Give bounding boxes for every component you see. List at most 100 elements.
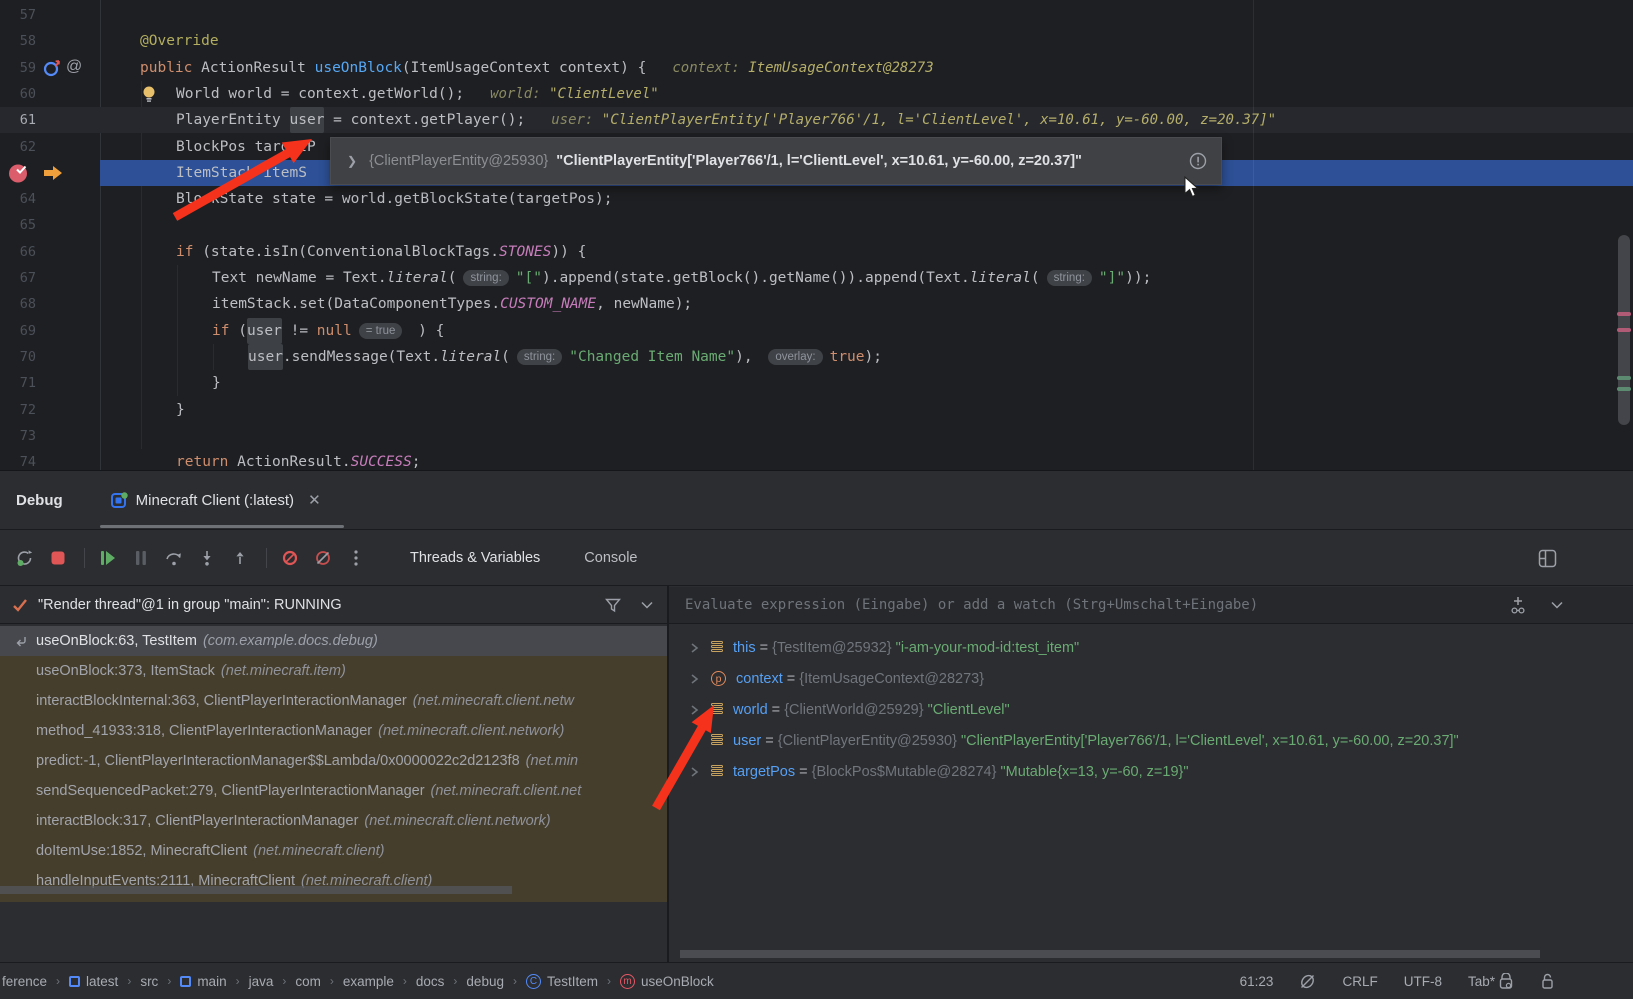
step-over-button[interactable] <box>165 549 183 567</box>
stack-frame[interactable]: interactBlockInternal:363, ClientPlayerI… <box>0 686 667 716</box>
breadcrumb-item-com[interactable]: com <box>295 974 321 989</box>
line-number[interactable]: 71 <box>0 370 36 396</box>
pause-button[interactable] <box>132 549 150 567</box>
step-into-button[interactable] <box>198 549 216 567</box>
expand-chevron-icon[interactable] <box>689 643 699 653</box>
thread-selector[interactable]: "Render thread"@1 in group "main": RUNNI… <box>0 587 667 624</box>
breadcrumb-item-debug[interactable]: debug <box>466 974 504 989</box>
annotation-gutter-icon[interactable]: @ <box>66 58 82 76</box>
debugger-value-tooltip[interactable]: ❯ {ClientPlayerEntity@25930} "ClientPlay… <box>330 137 1222 185</box>
code-line-73[interactable]: 73 <box>0 423 1633 449</box>
indent-settings-icon[interactable] <box>1498 973 1514 990</box>
variable-name[interactable]: user <box>733 733 761 749</box>
close-tab-icon[interactable]: ✕ <box>308 491 321 509</box>
evaluate-expression-field[interactable]: Evaluate expression (Eingabe) or add a w… <box>669 587 1633 624</box>
line-number[interactable]: 67 <box>0 265 36 291</box>
expand-chevron-icon[interactable] <box>689 736 699 746</box>
variables-horizontal-scrollbar[interactable] <box>680 950 1540 958</box>
mute-breakpoints-button[interactable] <box>314 549 332 567</box>
view-breakpoints-button[interactable] <box>281 549 299 567</box>
stack-frame[interactable]: tick:1938, MinecraftClient (net.minecraf… <box>0 896 667 902</box>
frames-horizontal-scrollbar[interactable] <box>0 886 512 894</box>
rerun-button[interactable] <box>16 549 34 567</box>
variable-row-context[interactable]: pcontext = {ItemUsageContext@28273} <box>669 663 1633 694</box>
line-number[interactable]: 59 <box>0 55 36 81</box>
line-number[interactable]: 72 <box>0 397 36 423</box>
code-line-64[interactable]: 64BlockState state = world.getBlockState… <box>0 186 1633 212</box>
breadcrumb-item-example[interactable]: example <box>343 974 394 989</box>
line-number[interactable]: 65 <box>0 212 36 238</box>
code-line-58[interactable]: 58@Override <box>0 28 1633 54</box>
line-number[interactable]: 68 <box>0 291 36 317</box>
stack-frame[interactable]: doItemUse:1852, MinecraftClient (net.min… <box>0 836 667 866</box>
filter-icon[interactable] <box>605 598 621 613</box>
stack-frame[interactable]: sendSequencedPacket:279, ClientPlayerInt… <box>0 776 667 806</box>
code-line-66[interactable]: 66if (state.isIn(ConventionalBlockTags.S… <box>0 239 1633 265</box>
more-options-icon[interactable] <box>347 549 365 567</box>
variable-row-world[interactable]: world = {ClientWorld@25929} "ClientLevel… <box>669 694 1633 725</box>
line-number[interactable]: 60 <box>0 81 36 107</box>
expand-chevron-icon[interactable] <box>689 674 699 684</box>
stack-frame[interactable]: useOnBlock:63, TestItem (com.example.doc… <box>0 626 667 656</box>
code-line-68[interactable]: 68itemStack.set(DataComponentTypes.CUSTO… <box>0 291 1633 317</box>
variable-row-targetPos[interactable]: targetPos = {BlockPos$Mutable@28274} "Mu… <box>669 756 1633 787</box>
line-number[interactable]: 74 <box>0 449 36 470</box>
code-line-61[interactable]: 61PlayerEntity user = context.getPlayer(… <box>0 107 1633 133</box>
line-number[interactable]: 57 <box>0 2 36 28</box>
error-stripe-mark[interactable] <box>1617 376 1631 380</box>
caret-position[interactable]: 61:23 <box>1240 974 1274 989</box>
debug-session-tab[interactable]: Minecraft Client (:latest) ✕ <box>111 471 321 529</box>
resume-button[interactable] <box>99 549 117 567</box>
error-stripe-mark[interactable] <box>1617 312 1631 316</box>
error-stripe-mark[interactable] <box>1617 387 1631 391</box>
chevron-down-icon[interactable] <box>641 601 653 609</box>
breadcrumb-item-TestItem[interactable]: TestItem <box>547 974 598 989</box>
line-number[interactable]: 70 <box>0 344 36 370</box>
code-line-71[interactable]: 71} <box>0 370 1633 396</box>
tab-console[interactable]: Console <box>584 550 637 566</box>
breadcrumb-item-main[interactable]: main <box>197 974 226 989</box>
tab-threads-variables[interactable]: Threads & Variables <box>410 550 540 566</box>
code-line-57[interactable]: 57 <box>0 2 1633 28</box>
encoding-indicator[interactable]: UTF-8 <box>1404 974 1442 989</box>
stack-frame[interactable]: useOnBlock:373, ItemStack (net.minecraft… <box>0 656 667 686</box>
overridden-method-gutter-icon[interactable] <box>42 59 64 77</box>
breadcrumb-item-docs[interactable]: docs <box>416 974 445 989</box>
warning-icon[interactable] <box>1189 152 1207 170</box>
layout-settings-icon[interactable] <box>1538 549 1557 568</box>
code-line-74[interactable]: 74return ActionResult.SUCCESS; <box>0 449 1633 470</box>
breadcrumb-item-src[interactable]: src <box>140 974 158 989</box>
code-line-72[interactable]: 72} <box>0 397 1633 423</box>
code-line-59[interactable]: 59public ActionResult useOnBlock(ItemUsa… <box>0 55 1633 81</box>
line-number[interactable]: 58 <box>0 28 36 54</box>
line-number[interactable]: 64 <box>0 186 36 212</box>
variable-name[interactable]: context <box>736 671 783 687</box>
breadcrumb-item-latest[interactable]: latest <box>86 974 118 989</box>
variable-name[interactable]: targetPos <box>733 764 795 780</box>
expand-chevron-icon[interactable] <box>689 767 699 777</box>
breadcrumb-item-useOnBlock[interactable]: useOnBlock <box>641 974 714 989</box>
highlighting-off-icon[interactable] <box>1299 973 1316 990</box>
variable-name[interactable]: world <box>733 702 768 718</box>
code-line-60[interactable]: 60World world = context.getWorld();world… <box>0 81 1633 107</box>
breadcrumb-item-ference[interactable]: ference <box>2 974 47 989</box>
code-editor[interactable]: 5758@Override59public ActionResult useOn… <box>0 0 1633 470</box>
stop-button[interactable] <box>49 549 67 567</box>
readonly-lock-icon[interactable] <box>1540 973 1555 990</box>
line-separator-indicator[interactable]: CRLF <box>1342 974 1377 989</box>
line-number[interactable]: 69 <box>0 318 36 344</box>
line-number[interactable]: 62 <box>0 134 36 160</box>
breakpoint-icon[interactable] <box>8 163 30 184</box>
variable-row-user[interactable]: user = {ClientPlayerEntity@25930} "Clien… <box>669 725 1633 756</box>
code-line-65[interactable]: 65 <box>0 212 1633 238</box>
breadcrumb-item-java[interactable]: java <box>249 974 274 989</box>
code-line-70[interactable]: 70user.sendMessage(Text.literal(string:"… <box>0 344 1633 370</box>
intention-bulb-icon[interactable] <box>141 85 157 103</box>
stack-frame[interactable]: method_41933:318, ClientPlayerInteractio… <box>0 716 667 746</box>
add-watch-icon[interactable] <box>1509 595 1529 615</box>
error-stripe-mark[interactable] <box>1617 328 1631 332</box>
stack-frame[interactable]: interactBlock:317, ClientPlayerInteracti… <box>0 806 667 836</box>
code-line-69[interactable]: 69if (user != null= true ) { <box>0 318 1633 344</box>
line-number[interactable]: 61 <box>0 107 36 133</box>
line-number[interactable]: 73 <box>0 423 36 449</box>
